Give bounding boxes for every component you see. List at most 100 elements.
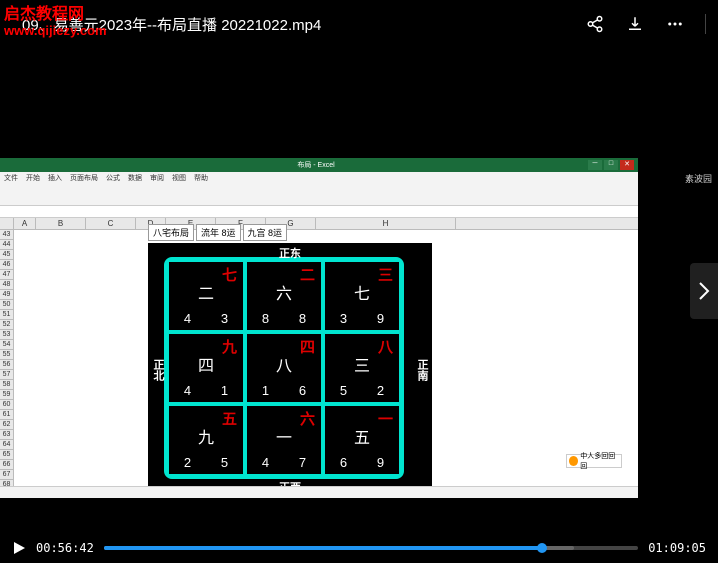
direction-label-west: 正北 [150, 359, 166, 381]
smiley-icon [569, 456, 578, 466]
row-header[interactable]: 59 [0, 390, 13, 400]
row-header[interactable]: 54 [0, 340, 13, 350]
cell-bottom-numbers: 52 [325, 383, 399, 398]
share-button[interactable] [585, 14, 605, 34]
excel-statusbar [0, 486, 638, 498]
row-header[interactable]: 66 [0, 460, 13, 470]
column-header[interactable]: C [86, 218, 136, 229]
cell-red-number: 七 [220, 264, 239, 285]
minimize-button[interactable]: ─ [588, 160, 602, 170]
fengshui-cell: 五九25 [167, 404, 245, 476]
cell-red-number: 二 [298, 264, 317, 285]
more-button[interactable] [665, 14, 685, 34]
progress-fill [104, 546, 542, 550]
window-buttons: ─ □ ✕ [588, 160, 634, 170]
next-video-button[interactable] [690, 263, 718, 319]
row-header[interactable]: 62 [0, 420, 13, 430]
fengshui-tab[interactable]: 九宫 8运 [243, 224, 288, 241]
cell-bottom-numbers: 88 [247, 311, 321, 326]
row-header[interactable]: 55 [0, 350, 13, 360]
row-header[interactable]: 52 [0, 320, 13, 330]
cell-red-number: 四 [298, 336, 317, 357]
progress-bar[interactable] [104, 546, 638, 550]
cell-bottom-numbers: 43 [169, 311, 243, 326]
menu-item[interactable]: 页面布局 [70, 173, 98, 183]
excel-menubar: 文件开始插入页面布局公式数据审阅视图帮助 [0, 172, 638, 184]
fengshui-grid: 七二43二六88三七39九四41四八16八三52五九25六一47一五69 [164, 257, 404, 479]
cell-bottom-numbers: 41 [169, 383, 243, 398]
menu-item[interactable]: 数据 [128, 173, 142, 183]
menu-item[interactable]: 视图 [172, 173, 186, 183]
cell-red-number: 三 [376, 264, 395, 285]
row-header[interactable]: 51 [0, 310, 13, 320]
fengshui-tabs: 八宅布局流年 8运九宫 8运 [148, 224, 432, 241]
close-button[interactable]: ✕ [620, 160, 634, 170]
cell-bottom-numbers: 25 [169, 455, 243, 470]
download-button[interactable] [625, 14, 645, 34]
fengshui-cell: 八三52 [323, 332, 401, 404]
cell-red-number: 五 [220, 408, 239, 429]
menu-item[interactable]: 文件 [4, 173, 18, 183]
direction-label-east: 正南 [414, 359, 430, 381]
column-header[interactable]: A [14, 218, 36, 229]
row-header[interactable]: 65 [0, 450, 13, 460]
cell-red-number: 八 [376, 336, 395, 357]
menu-item[interactable]: 插入 [48, 173, 62, 183]
cell-bottom-numbers: 47 [247, 455, 321, 470]
row-header[interactable]: 57 [0, 370, 13, 380]
fengshui-tab[interactable]: 流年 8运 [196, 224, 241, 241]
video-header: 启杰教程网 www.qijiezy.com 09、易善元2023年--布局直播 … [0, 0, 718, 48]
row-header[interactable]: 49 [0, 290, 13, 300]
player-controls: 00:56:42 01:09:05 [0, 533, 718, 563]
excel-status-widget: 中人多回回回 [566, 454, 622, 468]
excel-formula-bar[interactable] [0, 206, 638, 218]
menu-item[interactable]: 审阅 [150, 173, 164, 183]
cell-red-number: 九 [220, 336, 239, 357]
row-header[interactable]: 63 [0, 430, 13, 440]
row-header[interactable]: 48 [0, 280, 13, 290]
menu-item[interactable]: 公式 [106, 173, 120, 183]
fengshui-cell: 七二43 [167, 260, 245, 332]
menu-item[interactable]: 帮助 [194, 173, 208, 183]
maximize-button[interactable]: □ [604, 160, 618, 170]
row-header[interactable]: 53 [0, 330, 13, 340]
cell-red-number: 一 [376, 408, 395, 429]
status-widget-text: 中人多回回回 [580, 451, 619, 471]
excel-app-title: 布局 - Excel [297, 160, 334, 170]
video-area: 布局 - Excel ─ □ ✕ 文件开始插入页面布局公式数据审阅视图帮助 AB… [0, 48, 718, 533]
fengshui-cell: 九四41 [167, 332, 245, 404]
watermark-name: 启杰教程网 [4, 6, 107, 24]
row-header[interactable]: 61 [0, 410, 13, 420]
row-header[interactable]: 58 [0, 380, 13, 390]
row-header[interactable]: 43 [0, 230, 13, 240]
excel-titlebar: 布局 - Excel ─ □ ✕ [0, 158, 638, 172]
excel-body: 4344454647484950515253545556575859606162… [0, 230, 638, 486]
row-header[interactable]: 45 [0, 250, 13, 260]
row-header[interactable]: 47 [0, 270, 13, 280]
progress-thumb[interactable] [537, 543, 547, 553]
direction-label-north: 正东 [279, 245, 301, 261]
fengshui-chart: 八宅布局流年 8运九宫 8运 正东 正西 正南 正北 七二43二六88三七39九… [148, 224, 432, 500]
fengshui-cell: 六一47 [245, 404, 323, 476]
current-time: 00:56:42 [36, 541, 94, 555]
fengshui-cell: 一五69 [323, 404, 401, 476]
play-button[interactable] [12, 541, 26, 555]
row-header[interactable]: 67 [0, 470, 13, 480]
row-header[interactable]: 44 [0, 240, 13, 250]
fengshui-cell: 四八16 [245, 332, 323, 404]
row-header[interactable]: 64 [0, 440, 13, 450]
excel-window: 布局 - Excel ─ □ ✕ 文件开始插入页面布局公式数据审阅视图帮助 AB… [0, 158, 638, 498]
menu-item[interactable]: 开始 [26, 173, 40, 183]
row-header[interactable]: 50 [0, 300, 13, 310]
fengshui-board: 正东 正西 正南 正北 七二43二六88三七39九四41四八16八三52五九25… [148, 243, 432, 497]
header-actions [585, 14, 706, 34]
row-header[interactable]: 60 [0, 400, 13, 410]
row-header[interactable]: 46 [0, 260, 13, 270]
column-header[interactable]: B [36, 218, 86, 229]
floating-label: 素波园 [685, 172, 712, 185]
excel-ribbon [0, 184, 638, 206]
fengshui-tab[interactable]: 八宅布局 [148, 224, 194, 241]
cell-bottom-numbers: 69 [325, 455, 399, 470]
total-time: 01:09:05 [648, 541, 706, 555]
row-header[interactable]: 56 [0, 360, 13, 370]
